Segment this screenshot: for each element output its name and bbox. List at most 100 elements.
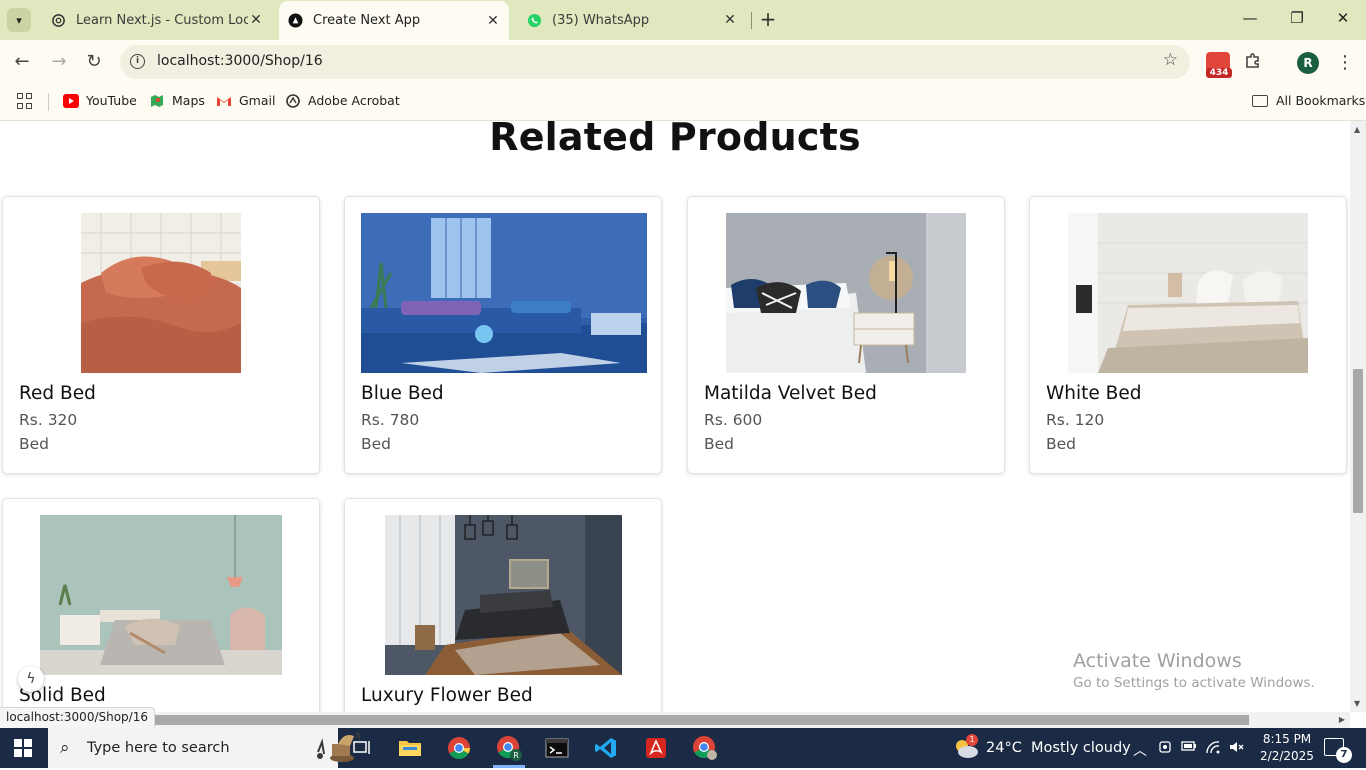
extensions-puzzle-icon[interactable] [1244, 52, 1262, 75]
minimize-button[interactable]: — [1239, 9, 1261, 31]
tab-create-next-app[interactable]: Create Next App ✕ [279, 1, 509, 40]
tab-title: (35) WhatsApp [552, 12, 650, 28]
tab-whatsapp[interactable]: (35) WhatsApp ✕ [516, 0, 746, 40]
all-bookmarks-button[interactable]: All Bookmarks [1252, 93, 1365, 108]
back-button[interactable]: ← [10, 50, 34, 74]
vertical-scrollbar[interactable]: ▲ ▼ [1350, 121, 1366, 712]
bookmark-youtube[interactable]: YouTube [63, 93, 137, 108]
restore-button[interactable]: ❐ [1286, 9, 1308, 31]
bookmark-star-icon[interactable]: ☆ [1163, 50, 1178, 70]
show-hidden-icons-icon[interactable]: ︿ [1133, 740, 1147, 760]
product-image[interactable] [361, 213, 647, 373]
product-price: Rs. 600 [704, 411, 763, 429]
chrome-profile-icon[interactable]: R [485, 728, 533, 768]
link-status-bubble: localhost:3000/Shop/16 [0, 707, 155, 728]
weather-widget[interactable]: 1 24°C Mostly cloudy [952, 728, 1131, 768]
bookmark-adobe-acrobat[interactable]: Adobe Acrobat [285, 93, 400, 108]
close-tab-icon[interactable]: ✕ [248, 12, 264, 28]
clock-time: 8:15 PM [1262, 732, 1312, 746]
forward-button[interactable]: → [47, 50, 71, 74]
profile-avatar[interactable]: R [1297, 52, 1319, 74]
address-bar[interactable]: i localhost:3000/Shop/16 ☆ [120, 45, 1190, 79]
acrobat-icon [285, 93, 301, 108]
bookmark-maps[interactable]: Maps [149, 93, 205, 108]
taskbar-search-placeholder[interactable]: Type here to search [87, 740, 230, 756]
folder-icon [1252, 94, 1268, 107]
taskbar-search[interactable]: ⌕ Type here to search [48, 728, 361, 768]
task-view-icon[interactable] [338, 728, 386, 768]
openai-icon [50, 12, 66, 28]
close-tab-icon[interactable]: ✕ [722, 12, 738, 28]
horizontal-scrollbar[interactable]: ▶ [0, 712, 1350, 728]
product-card-white-bed[interactable]: White Bed Rs. 120 Bed [1029, 196, 1347, 474]
weather-alert-badge: 1 [966, 734, 978, 746]
product-price: Rs. 320 [19, 411, 78, 429]
windows-start-icon[interactable] [14, 739, 32, 757]
youtube-icon [63, 93, 79, 108]
scroll-right-arrow-icon[interactable]: ▶ [1339, 715, 1345, 724]
chrome-secondary-icon[interactable] [681, 728, 729, 768]
close-tab-icon[interactable]: ✕ [485, 13, 501, 29]
network-icon[interactable] [1205, 740, 1221, 758]
tab-title: Learn Next.js - Custom Localhost [76, 12, 248, 28]
nextjs-dev-indicator-icon[interactable]: ϟ [18, 666, 44, 692]
product-card-luxury-flower-bed[interactable]: Luxury Flower Bed [344, 498, 662, 712]
extension-badge: 434 [1206, 68, 1232, 78]
product-category: Bed [361, 435, 392, 453]
product-image[interactable] [1068, 213, 1308, 373]
extension-icon[interactable]: 434 [1206, 52, 1232, 78]
close-window-button[interactable]: ✕ [1332, 9, 1354, 31]
product-name[interactable]: Luxury Flower Bed [361, 685, 533, 706]
bookmark-gmail[interactable]: Gmail [216, 93, 275, 108]
product-name[interactable]: Matilda Velvet Bed [704, 383, 877, 404]
svg-text:R: R [513, 751, 519, 760]
browser-menu-icon[interactable]: ⋮ [1336, 52, 1354, 73]
vscode-icon[interactable] [582, 728, 630, 768]
file-explorer-icon[interactable] [386, 728, 434, 768]
terminal-icon[interactable] [533, 728, 581, 768]
clock-date: 2/2/2025 [1260, 749, 1314, 763]
url-text[interactable]: localhost:3000/Shop/16 [157, 53, 323, 69]
taskbar-clock[interactable]: 8:15 PM 2/2/2025 [1254, 731, 1320, 765]
product-card-blue-bed[interactable]: Blue Bed Rs. 780 Bed [344, 196, 662, 474]
site-info-icon[interactable]: i [130, 54, 145, 69]
product-name[interactable]: Red Bed [19, 383, 96, 404]
product-category: Bed [1046, 435, 1077, 453]
tab-search-button[interactable]: ▾ [7, 8, 31, 32]
whatsapp-icon [526, 12, 542, 28]
bookmark-label: Maps [172, 93, 205, 108]
product-card-matilda-velvet-bed[interactable]: Matilda Velvet Bed Rs. 600 Bed [687, 196, 1005, 474]
product-card-red-bed[interactable]: Red Bed Rs. 320 Bed [2, 196, 320, 474]
volume-muted-icon[interactable] [1229, 740, 1245, 758]
product-name[interactable]: White Bed [1046, 383, 1142, 404]
reload-button[interactable]: ↻ [82, 50, 106, 74]
notification-center-icon[interactable]: 7 [1324, 738, 1352, 763]
battery-icon[interactable] [1181, 740, 1197, 756]
tab-strip: ▾ Learn Next.js - Custom Localhost ✕ Cre… [0, 0, 1366, 40]
vertical-scroll-thumb[interactable] [1353, 369, 1363, 513]
apps-grid-icon[interactable] [17, 93, 33, 109]
scroll-down-arrow-icon[interactable]: ▼ [1354, 699, 1360, 708]
product-card-solid-bed[interactable]: Solid Bed [2, 498, 320, 712]
product-image[interactable] [40, 515, 282, 675]
new-tab-button[interactable]: + [757, 9, 779, 31]
product-category: Bed [19, 435, 50, 453]
product-image[interactable] [81, 213, 241, 373]
product-name[interactable]: Blue Bed [361, 383, 444, 404]
page-viewport: Related Products Red Bed Rs. 320 Bed Blu… [0, 121, 1350, 712]
weather-text: 24°C Mostly cloudy [986, 740, 1131, 756]
bookmark-label: Gmail [239, 93, 276, 108]
scroll-up-arrow-icon[interactable]: ▲ [1354, 125, 1360, 134]
activate-windows-subtitle: Go to Settings to activate Windows. [1073, 675, 1315, 691]
product-image[interactable] [385, 515, 622, 675]
nextjs-icon [287, 13, 303, 29]
meet-now-icon[interactable] [1158, 740, 1172, 758]
all-bookmarks-label: All Bookmarks [1276, 93, 1366, 108]
bookmark-label: YouTube [86, 93, 137, 108]
product-image[interactable] [726, 213, 966, 373]
bookmarks-bar: YouTube Maps Gmail Adobe Acrobat All Boo… [0, 85, 1366, 121]
horizontal-scroll-thumb[interactable] [123, 715, 1249, 725]
acrobat-reader-icon[interactable] [632, 728, 680, 768]
tab-learn-nextjs[interactable]: Learn Next.js - Custom Localhost ✕ [40, 0, 270, 40]
chrome-icon[interactable] [435, 728, 483, 768]
